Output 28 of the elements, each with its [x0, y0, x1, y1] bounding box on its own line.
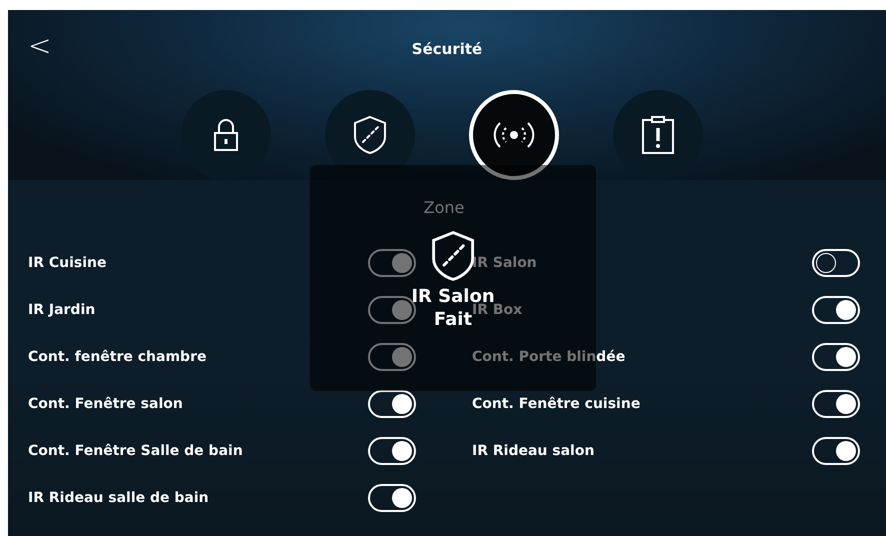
zone-label: Cont. Fenêtre Salle de bain: [28, 442, 243, 458]
toast-status: Fait: [434, 308, 472, 332]
toggle-switch[interactable]: [812, 248, 860, 276]
page-title: Sécurité: [412, 40, 482, 58]
toggle-switch[interactable]: [368, 390, 416, 418]
clipboard-alert-icon: [640, 115, 676, 155]
toggle-switch[interactable]: [368, 248, 416, 276]
toggle-switch[interactable]: [812, 390, 860, 418]
zone-label: IR Rideau salon: [472, 442, 594, 458]
zone-label: Cont. Fenêtre salon: [28, 396, 183, 412]
zone-label: Cont. fenêtre chambre: [28, 348, 206, 364]
toggle-switch[interactable]: [368, 436, 416, 464]
zone-label: Cont. Fenêtre cuisine: [472, 396, 640, 412]
toggle-switch[interactable]: [812, 342, 860, 370]
zone-label: IR Cuisine: [28, 254, 106, 270]
zone-heading: Zone: [424, 198, 464, 217]
zone-label: IR Rideau salle de bain: [28, 490, 209, 506]
lock-icon: [213, 118, 239, 152]
back-button[interactable]: <: [22, 32, 58, 60]
toggle-switch[interactable]: [812, 296, 860, 324]
toggle-switch[interactable]: [368, 484, 416, 512]
zone-label: IR Salon: [472, 254, 537, 270]
signal-icon: [492, 120, 536, 150]
toggle-switch[interactable]: [368, 342, 416, 370]
zone-label: Cont. Porte blindée: [472, 348, 626, 364]
shield-icon: [353, 115, 387, 155]
toggle-switch[interactable]: [812, 436, 860, 464]
zone-label: IR Jardin: [28, 302, 96, 318]
